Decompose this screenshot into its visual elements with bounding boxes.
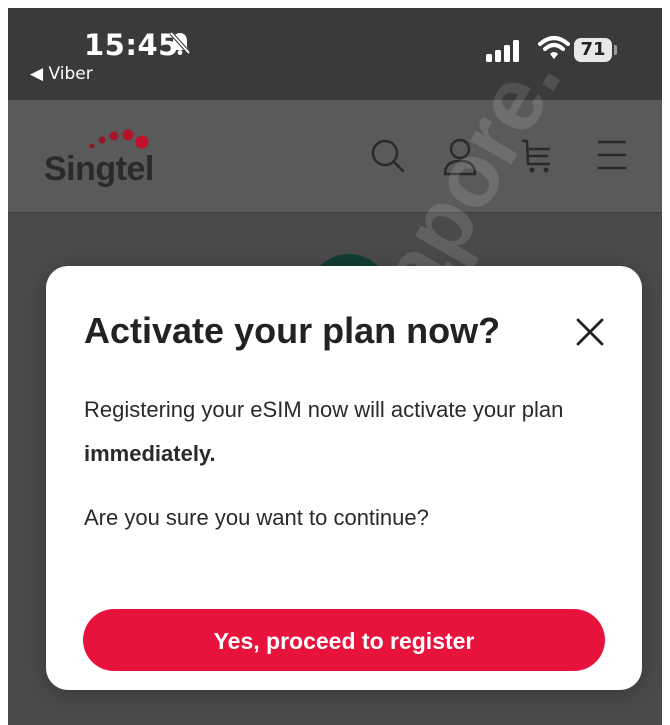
cart-icon[interactable] xyxy=(520,138,554,174)
dialog-question: Are you sure you want to continue? xyxy=(84,505,429,530)
wifi-icon xyxy=(538,36,570,59)
status-bar: 15:45 ◀ Viber 71 xyxy=(8,8,662,100)
site-header: Singtel xyxy=(8,100,662,213)
search-icon[interactable] xyxy=(370,138,406,174)
cellular-signal-icon xyxy=(486,40,519,62)
bell-muted-icon xyxy=(169,31,191,55)
activate-plan-dialog: Activate your plan now? Registering your… xyxy=(46,266,642,690)
proceed-to-register-button[interactable]: Yes, proceed to register xyxy=(83,609,605,671)
status-time: 15:45 xyxy=(84,28,179,62)
phone-screen: 15:45 ◀ Viber 71 Singtel Activate your p… xyxy=(8,8,662,725)
battery-level-text: 71 xyxy=(580,39,606,60)
back-to-app-link[interactable]: ◀ Viber xyxy=(30,64,93,84)
menu-icon[interactable] xyxy=(596,138,628,172)
battery-cap xyxy=(614,45,617,55)
dialog-title: Activate your plan now? xyxy=(84,310,501,351)
dialog-message: Registering your eSIM now will activate … xyxy=(84,388,604,476)
battery-indicator: 71 xyxy=(574,38,612,62)
dialog-message-emphasis: immediately. xyxy=(84,441,216,466)
logo-wordmark: Singtel xyxy=(44,150,154,188)
dialog-message-text: Registering your eSIM now will activate … xyxy=(84,397,564,422)
dialog-body: Registering your eSIM now will activate … xyxy=(84,388,604,540)
close-icon[interactable] xyxy=(570,312,610,352)
account-icon[interactable] xyxy=(442,138,478,176)
